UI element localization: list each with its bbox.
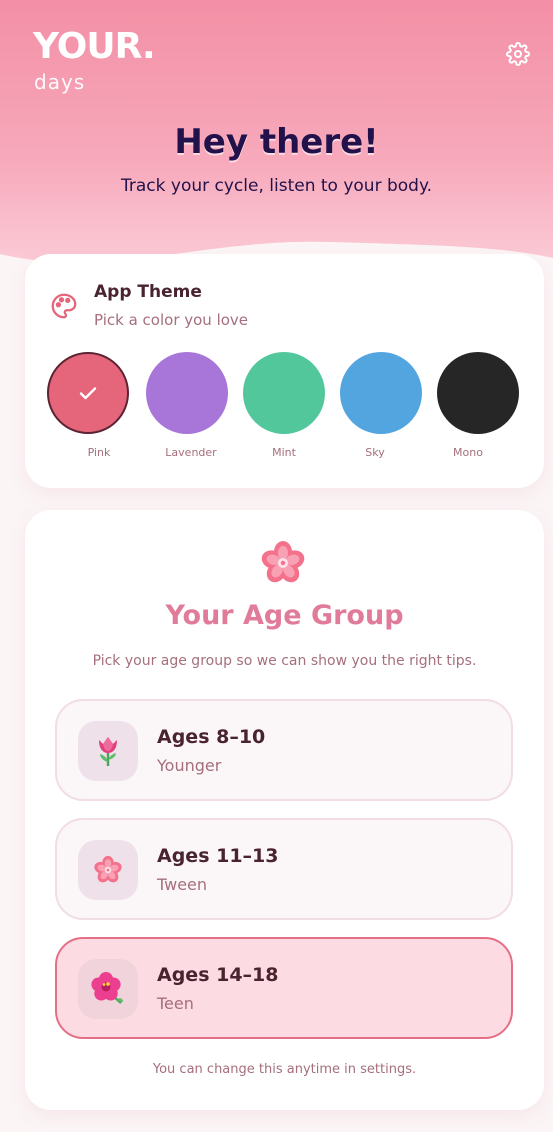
swatch-sky[interactable] [340, 352, 422, 434]
tulip-icon [99, 737, 117, 766]
settings-button[interactable] [504, 40, 532, 68]
age-option-title: Ages 8–10 [157, 726, 266, 748]
app-logo: YOUR. [33, 26, 156, 67]
swatch-label-mint: Mint [272, 446, 296, 459]
swatch-mint[interactable] [243, 352, 325, 434]
swatch-mono[interactable] [437, 352, 519, 434]
age-option-subtitle: Tween [157, 875, 208, 894]
age-option-title: Ages 11–13 [157, 845, 279, 867]
age-group-title: Your Age Group [165, 600, 404, 631]
age-option-subtitle: Younger [157, 756, 222, 775]
gear-icon [506, 42, 530, 66]
swatch-label-lavender: Lavender [165, 446, 217, 459]
age-option-14-18[interactable]: Ages 14–18 Teen [55, 937, 513, 1039]
app-theme-title: App Theme [94, 282, 202, 302]
swatch-label-sky: Sky [365, 446, 385, 459]
swatch-pink[interactable] [47, 352, 129, 434]
age-option-icon-box [78, 959, 138, 1019]
age-option-8-10[interactable]: Ages 8–10 Younger [55, 699, 513, 801]
app-logo-subtitle: days [34, 70, 86, 94]
app-theme-subtitle: Pick a color you love [94, 311, 249, 329]
age-option-11-13[interactable]: Ages 11–13 Tween [55, 818, 513, 920]
age-group-card: Your Age Group Pick your age group so we… [25, 510, 544, 1110]
cherry-blossom-icon [94, 855, 122, 883]
greeting-subtitle: Track your cycle, listen to your body. [121, 176, 432, 196]
swatch-label-pink: Pink [87, 446, 111, 459]
palette-icon [51, 293, 77, 319]
cherry-blossom-icon [261, 541, 305, 583]
hibiscus-icon [91, 972, 123, 1004]
age-option-subtitle: Teen [157, 994, 194, 1013]
swatch-label-mono: Mono [453, 446, 483, 459]
check-icon [79, 387, 97, 400]
age-option-icon-box [78, 840, 138, 900]
swatch-lavender[interactable] [146, 352, 228, 434]
app-theme-card: App Theme Pick a color you love Pink Lav… [25, 254, 544, 488]
age-group-footnote: You can change this anytime in settings. [152, 1062, 417, 1077]
age-group-subtitle: Pick your age group so we can show you t… [92, 653, 477, 669]
age-option-icon-box [78, 721, 138, 781]
greeting-title: Hey there! [174, 122, 379, 162]
age-option-title: Ages 14–18 [157, 964, 279, 986]
